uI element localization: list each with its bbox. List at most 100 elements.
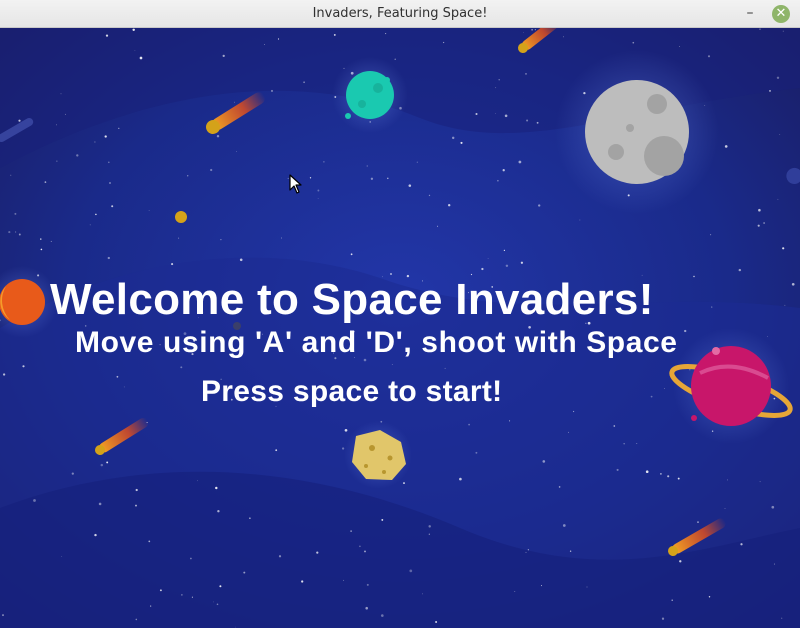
star [2,614,4,617]
star [106,461,109,464]
star [475,112,478,116]
star [243,571,246,574]
star [15,231,17,233]
star [773,563,776,565]
star [650,395,653,398]
star [190,557,192,560]
star [724,508,726,509]
title-bar[interactable]: Invaders, Featuring Space! – ✕ [0,0,800,28]
star [56,160,58,162]
star [387,177,389,180]
star [40,238,42,240]
star [738,268,742,272]
instructions-text: Move using 'A' and 'D', shoot with Space [75,326,678,359]
star [381,518,384,521]
star [481,267,484,271]
star [518,160,522,164]
star [359,545,361,548]
star [323,161,325,163]
star [100,463,104,467]
star [782,247,785,250]
star [459,477,462,481]
star [416,161,418,163]
star [487,258,489,259]
star [660,473,662,475]
star [239,258,243,262]
star [178,237,180,239]
star [740,543,743,546]
star [8,231,11,234]
star [562,524,566,527]
star [527,549,529,551]
star [33,499,36,502]
star [317,189,320,192]
star [134,50,136,51]
start-prompt-text: Press space to start! [201,375,503,408]
star [563,36,565,38]
star [118,127,120,129]
star [94,141,96,143]
star [191,596,193,598]
star [210,168,213,172]
star [18,233,21,236]
star [771,505,775,509]
star [779,134,781,136]
star [403,482,405,485]
star [525,73,527,75]
close-icon[interactable]: ✕ [772,5,790,23]
star [150,605,152,607]
star [220,238,222,241]
star [763,222,765,224]
star [135,504,137,507]
star [408,184,412,187]
star [758,208,761,212]
star [538,204,541,207]
star [664,388,666,389]
star [270,89,274,92]
star [697,521,699,523]
star [391,364,393,365]
mouse-cursor-icon [289,174,302,194]
star [301,580,304,583]
star [520,261,524,264]
star [235,626,236,628]
star [759,28,761,30]
star [791,282,795,286]
star [50,240,52,242]
game-window: Invaders, Featuring Space! – ✕ Welcome t… [0,0,800,628]
star [776,76,780,80]
star [10,174,12,176]
star [281,237,282,239]
star [769,90,771,92]
star [233,101,235,103]
star [679,46,681,48]
star [661,617,665,620]
star [542,460,546,463]
game-canvas[interactable]: Welcome to Space Invaders! Move using 'A… [0,28,800,628]
minimize-icon[interactable]: – [742,6,758,22]
star [435,621,438,623]
star [586,586,588,588]
star [573,410,575,413]
star [632,41,635,44]
star [44,181,47,183]
star [708,596,711,598]
star [782,30,784,32]
star [219,585,222,588]
star [667,475,670,478]
star [428,525,431,528]
star [277,38,280,40]
star [437,225,439,227]
star [526,119,529,122]
star [460,141,463,144]
star [505,264,509,268]
star [249,517,251,520]
star [428,533,430,535]
star [107,256,110,260]
star [679,560,682,563]
star [444,367,446,369]
star [645,470,649,474]
star [502,169,505,172]
star [523,32,524,33]
star [95,213,97,216]
